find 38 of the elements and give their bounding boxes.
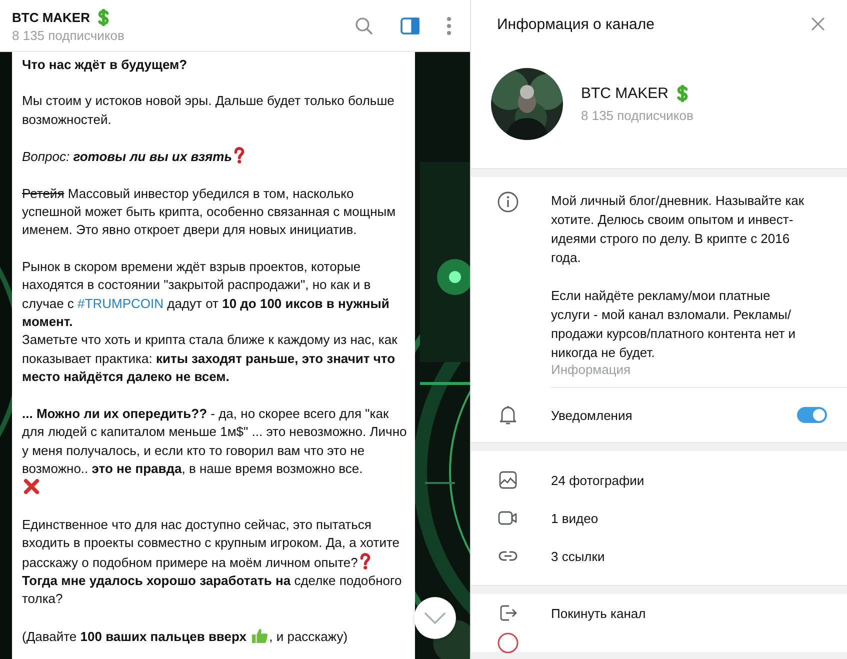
channel-name: BTC MAKER	[581, 85, 669, 102]
message-paragraph: Единственное что для нас доступно сейчас, это пытаться входить в проекты совместно с крупным игроком. Да, а хотите расскажу о подобном примере на моём личном опыте? Тогда мне удалось хорошо заработать на сделке подобного толка?	[22, 516, 403, 608]
notifications-toggle[interactable]	[797, 407, 827, 423]
question-mark-icon	[358, 552, 371, 570]
channel-title: BTC MAKER	[12, 10, 90, 24]
dollar-icon	[96, 8, 111, 26]
message-paragraph: Мы стоим у истоков новой эры. Дальше будет только больше возможностей.	[22, 92, 396, 129]
dollar-icon	[674, 85, 690, 102]
subscriber-count: 8 135 подписчиков	[581, 108, 694, 123]
sidebar-icon	[400, 16, 420, 34]
media-link[interactable]: 3 ссылки	[551, 548, 827, 564]
message-paragraph: Что нас ждёт в будущем?	[22, 56, 188, 74]
close-icon	[811, 17, 825, 31]
bell-icon	[497, 404, 519, 426]
leave-channel-action[interactable]: Покинуть канал	[551, 606, 827, 620]
description-text: Мой личный блог/дневник. Называйте как хотите. Делюсь своим опытом и инвест-идеями строго по делу. В крипте с 2016 года.	[551, 192, 805, 267]
search-icon	[354, 16, 374, 36]
media-link[interactable]: 1 видео	[551, 510, 827, 526]
panel-title: Информация о канале	[497, 16, 654, 32]
hashtag-link[interactable]: #TRUMPCOIN	[78, 296, 164, 311]
message-paragraph: (Давайте 100 ваших пальцев вверх , и расскажу)	[22, 626, 349, 646]
photo-icon	[497, 469, 519, 491]
subscriber-count: 8 135 подписчиков	[12, 28, 124, 42]
report-icon[interactable]	[497, 632, 519, 654]
cross-mark-icon	[23, 478, 40, 496]
info-icon	[497, 191, 519, 213]
thumbs-up-icon	[251, 626, 268, 644]
notifications-label: Уведомления	[551, 408, 634, 422]
description-label: Информация	[551, 362, 632, 377]
chevron-down-icon	[424, 612, 446, 624]
message-paragraph: Вопрос: готовы ли вы их взять	[22, 147, 407, 167]
message-paragraph: Рынок в скором времени ждёт взрыв проектов, которые находятся в состоянии "закрытой распродажи", но как и в случае с #TRUMPCOIN дадут от 10 до 100 иксов в нужный момент. Заметьте что хоть и крипта стала ближе к каждому из нас, как показывает практика: киты заходят раньше, это значит что место найдётся далеко не всем.	[22, 258, 398, 386]
message-paragraph: Ретейя Массовый инвестор убедился в том, насколько успешной может быть крипта, особенно связанная с мощным именем. Это явно откроет двери для новых инициатив.	[22, 184, 397, 240]
more-icon	[446, 16, 452, 36]
description-text: Если найдёте рекламу/мои платные услуги - мой канал взломали. Рекламы/продажи курсов/платного контента нет и никогда не будет.	[551, 287, 797, 362]
question-mark-icon	[232, 147, 245, 164]
media-link[interactable]: 24 фотографии	[551, 472, 827, 488]
message-paragraph: ... Можно ли их опередить?? - да, но скорее всего для "как для людей с капиталом меньше 1м$" ... это невозможно. Лично у меня получалось, и если кто то говорил вам что это не возможно.. это не правда, в наше время возможно все.	[22, 404, 407, 498]
